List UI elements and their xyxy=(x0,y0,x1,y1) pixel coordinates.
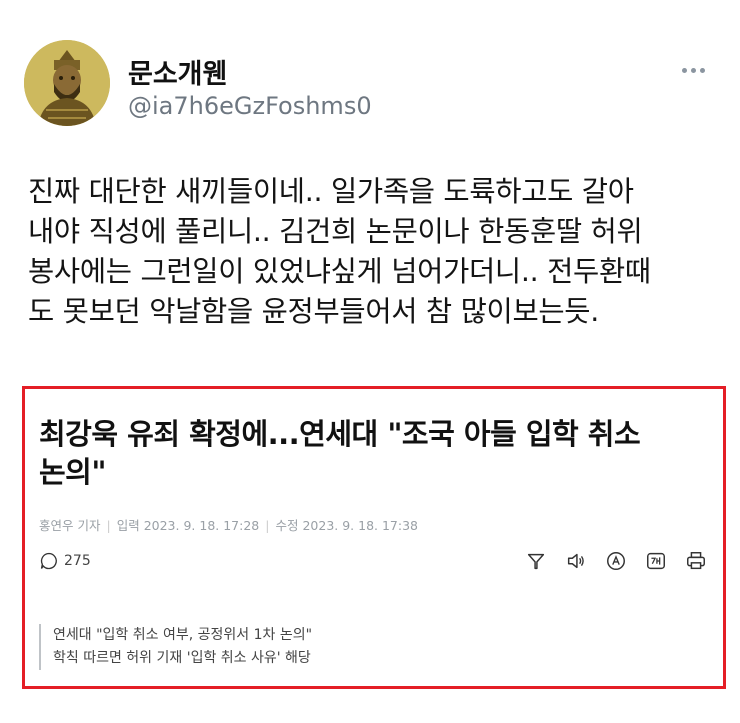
translate-icon[interactable] xyxy=(603,549,629,573)
tweet-text: 진짜 대단한 새끼들이네.. 일가족을 도륙하고도 갈아 내야 직성에 풀리니.… xyxy=(28,175,651,328)
speaker-icon[interactable] xyxy=(563,549,589,573)
share-icon[interactable] xyxy=(523,549,549,573)
reporter-name: 홍연우 기자 xyxy=(39,518,101,533)
edit-label: 수정 xyxy=(275,518,299,533)
more-options-icon[interactable] xyxy=(680,58,716,74)
comment-icon xyxy=(40,552,57,570)
input-label: 입력 xyxy=(116,518,140,533)
article-subheadline: 연세대 "입학 취소 여부, 공정위서 1차 논의" 학칙 따르면 허위 기재 … xyxy=(39,624,312,670)
print-icon[interactable] xyxy=(683,549,709,573)
user-handle[interactable]: @ia7h6eGzFoshms0 xyxy=(128,92,372,120)
display-name[interactable]: 문소개웬 xyxy=(128,52,227,91)
tweet-header: 문소개웬 @ia7h6eGzFoshms0 xyxy=(24,40,716,130)
comments-button[interactable]: 275 xyxy=(39,551,91,571)
comment-count: 275 xyxy=(64,553,91,569)
article-toolbar xyxy=(523,549,709,573)
input-time: 2023. 9. 18. 17:28 xyxy=(143,518,260,533)
edit-time: 2023. 9. 18. 17:38 xyxy=(302,518,419,533)
avatar[interactable] xyxy=(24,40,110,126)
text-size-icon[interactable] xyxy=(643,549,669,573)
news-article-screenshot: 최강욱 유죄 확정에...연세대 "조국 아들 입학 취소 논의" 홍연우 기자… xyxy=(22,386,726,689)
warrior-portrait-avatar-icon xyxy=(24,40,110,126)
article-meta: 홍연우 기자 | 입력 2023. 9. 18. 17:28 | 수정 2023. 9.… xyxy=(39,518,419,533)
article-headline: 최강욱 유죄 확정에...연세대 "조국 아들 입학 취소 논의" xyxy=(39,417,641,489)
